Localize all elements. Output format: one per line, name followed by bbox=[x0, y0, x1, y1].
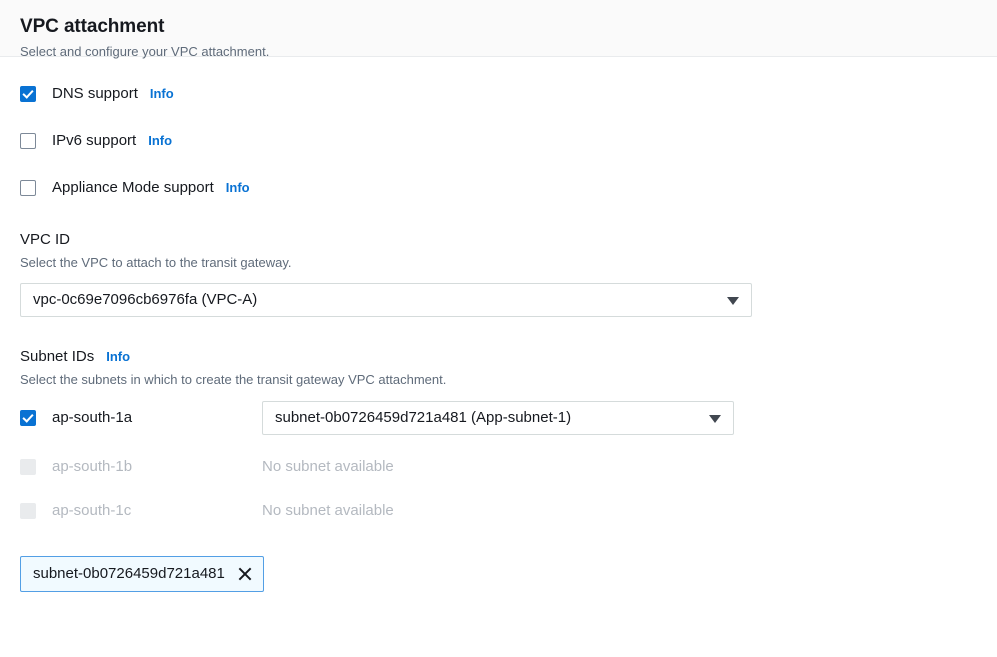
appliance-mode-support-label: Appliance Mode support bbox=[52, 179, 214, 196]
subnet-ids-info-link[interactable]: Info bbox=[106, 347, 130, 367]
ipv6-support-label: IPv6 support bbox=[52, 132, 137, 149]
subnet-row-ap-south-1a[interactable]: ap-south-1a subnet-0b0726459d721a481 (Ap… bbox=[20, 401, 977, 435]
subnet-ap-south-1a-selected-value: subnet-0b0726459d721a481 (App-subnet-1) bbox=[275, 409, 572, 426]
subnet-ap-south-1c-empty-text: No subnet available bbox=[262, 502, 394, 519]
vpc-id-select[interactable]: vpc-0c69e7096cb6976fa (VPC-A) bbox=[20, 283, 752, 317]
chevron-down-icon bbox=[727, 297, 739, 305]
subnet-ap-south-1b-checkbox bbox=[20, 459, 36, 475]
subnet-ap-south-1c-checkbox bbox=[20, 503, 36, 519]
panel-header: VPC attachment Select and configure your… bbox=[0, 0, 997, 59]
chevron-down-icon bbox=[709, 415, 721, 423]
subnet-row-ap-south-1c: ap-south-1c No subnet available bbox=[20, 499, 977, 523]
subnet-ap-south-1b-empty-text: No subnet available bbox=[262, 458, 394, 475]
checkbox-row-appliance-mode-support[interactable]: Appliance Mode support Info bbox=[20, 176, 977, 200]
subnet-ap-south-1a-checkbox[interactable] bbox=[20, 410, 36, 426]
subnet-ap-south-1b-label: ap-south-1b bbox=[52, 458, 133, 475]
checkbox-row-dns-support[interactable]: DNS support Info bbox=[20, 82, 977, 106]
subnet-ids-label-row: Subnet IDs Info bbox=[20, 347, 977, 367]
token-subnet-label: subnet-0b0726459d721a481 bbox=[33, 565, 225, 582]
ipv6-support-info-link[interactable]: Info bbox=[148, 131, 172, 151]
page-subtitle: Select and configure your VPC attachment… bbox=[20, 44, 270, 59]
vpc-id-field: VPC ID Select the VPC to attach to the t… bbox=[20, 230, 977, 317]
checkbox-row-ipv6-support[interactable]: IPv6 support Info bbox=[20, 129, 977, 153]
dns-support-info-link[interactable]: Info bbox=[150, 84, 174, 104]
selected-subnet-tokens: subnet-0b0726459d721a481 bbox=[20, 556, 977, 592]
subnet-row-ap-south-1b: ap-south-1b No subnet available bbox=[20, 455, 977, 479]
panel-body: DNS support Info IPv6 support Info Appli… bbox=[0, 82, 997, 592]
subnet-ids-label: Subnet IDs bbox=[20, 348, 95, 365]
dns-support-label: DNS support bbox=[52, 85, 138, 102]
appliance-mode-support-info-link[interactable]: Info bbox=[226, 178, 250, 198]
vpc-id-label: VPC ID bbox=[20, 231, 71, 248]
subnet-ids-description: Select the subnets in which to create th… bbox=[20, 372, 447, 387]
token-subnet[interactable]: subnet-0b0726459d721a481 bbox=[20, 556, 264, 592]
dns-support-checkbox[interactable] bbox=[20, 86, 36, 102]
page-title: VPC attachment bbox=[20, 16, 165, 37]
vpc-id-description: Select the VPC to attach to the transit … bbox=[20, 255, 292, 270]
ipv6-support-checkbox[interactable] bbox=[20, 133, 36, 149]
appliance-mode-support-checkbox[interactable] bbox=[20, 180, 36, 196]
close-icon[interactable] bbox=[237, 566, 253, 582]
subnet-ap-south-1c-label: ap-south-1c bbox=[52, 502, 132, 519]
vpc-id-selected-value: vpc-0c69e7096cb6976fa (VPC-A) bbox=[33, 291, 258, 308]
subnet-ids-field: Subnet IDs Info Select the subnets in wh… bbox=[20, 347, 977, 523]
subnet-ap-south-1a-label: ap-south-1a bbox=[52, 409, 133, 426]
subnet-ap-south-1a-select[interactable]: subnet-0b0726459d721a481 (App-subnet-1) bbox=[262, 401, 734, 435]
